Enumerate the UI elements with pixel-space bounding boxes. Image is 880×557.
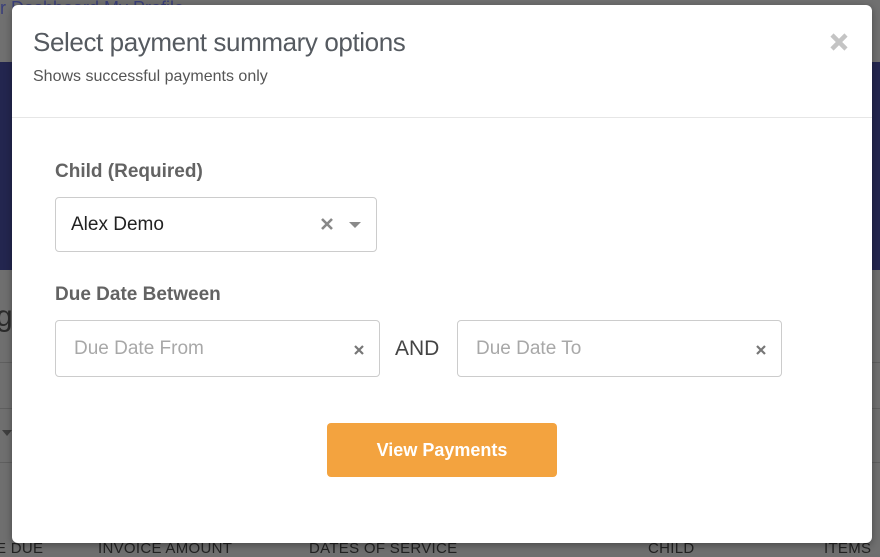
and-connector: AND: [395, 337, 440, 360]
due-date-label: Due Date Between: [55, 284, 221, 305]
due-date-to-field[interactable]: [457, 320, 782, 377]
close-button[interactable]: [828, 31, 850, 53]
child-select[interactable]: Alex Demo: [55, 197, 377, 252]
due-date-to-input[interactable]: [458, 321, 738, 376]
child-field-label: Child (Required): [55, 161, 203, 182]
view-payments-button[interactable]: View Payments: [327, 423, 557, 477]
child-select-value: Alex Demo: [71, 214, 164, 235]
payment-summary-modal: Select payment summary options Shows suc…: [12, 5, 872, 543]
clear-icon[interactable]: [353, 343, 365, 355]
chevron-down-icon[interactable]: [349, 222, 361, 228]
background-heading-fragment: g: [0, 300, 13, 333]
background-caret-icon: [2, 430, 12, 436]
modal-subtitle: Shows successful payments only: [33, 68, 268, 85]
due-date-from-input[interactable]: [56, 321, 336, 376]
clear-icon[interactable]: [755, 343, 767, 355]
due-date-from-field[interactable]: [55, 320, 380, 377]
modal-header: Select payment summary options Shows suc…: [12, 5, 872, 118]
modal-title: Select payment summary options: [33, 27, 406, 57]
close-icon: [830, 33, 848, 51]
clear-icon[interactable]: [320, 217, 334, 231]
